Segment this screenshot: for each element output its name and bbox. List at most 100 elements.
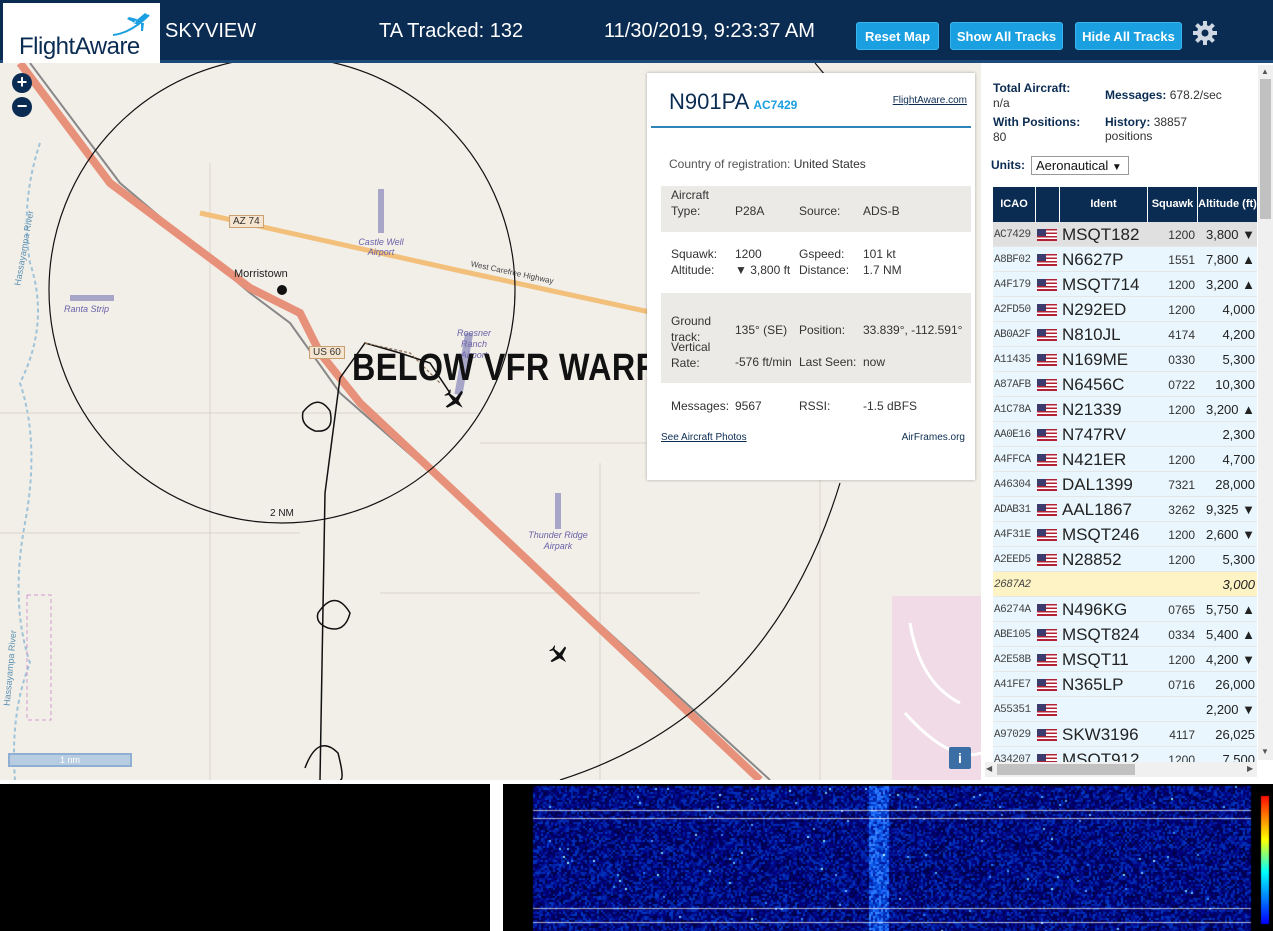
table-row[interactable]: A11435 N169ME 0330 5,300 [993, 347, 1257, 372]
icao-cell: A41FE7 [994, 678, 1031, 691]
aircraft-detail-popup: N901PA AC7429 FlightAware.com Country of … [647, 73, 975, 480]
column-header-ident[interactable]: Ident [1060, 187, 1148, 222]
table-row[interactable]: A8BF02 N6627P 1551 7,800 ▲ [993, 247, 1257, 272]
altitude-cell: 9,325 ▼ [1205, 502, 1255, 517]
squawk-label: Squawk: [671, 247, 718, 261]
table-row[interactable]: AC7429 MSQT182 1200 3,800 ▼ [993, 222, 1257, 247]
icao-cell: A8BF02 [994, 253, 1031, 266]
table-row[interactable]: A87AFB N6456C 0722 10,300 [993, 372, 1257, 397]
squawk-cell: 1200 [1168, 452, 1195, 467]
table-row[interactable]: 2687A2 3,000 [993, 572, 1257, 597]
table-row[interactable]: A1C78A N21339 1200 3,200 ▲ [993, 397, 1257, 422]
divider [651, 126, 971, 128]
gear-icon[interactable] [1192, 20, 1218, 46]
altitude-cell: 4,000 [1222, 302, 1255, 317]
flag-cell [1037, 347, 1059, 372]
reset-map-button[interactable]: Reset Map [856, 22, 939, 50]
table-row[interactable]: A2E58B MSQT11 1200 4,200 ▼ [993, 647, 1257, 672]
squawk-cell [1149, 422, 1197, 447]
town-label: Morristown [234, 268, 288, 280]
road-shield-us60: US 60 [309, 346, 345, 359]
table-row[interactable]: AA0E16 N747RV 2,300 [993, 422, 1257, 447]
rssi-label: RSSI: [799, 399, 831, 413]
table-row[interactable]: A97029 SKW3196 4117 26,025 [993, 722, 1257, 747]
table-row[interactable]: A4F179 MSQT714 1200 3,200 ▲ [993, 272, 1257, 297]
aircraft-icon[interactable] [547, 643, 571, 667]
aircraft-icao: AC7429 [753, 98, 798, 112]
flightaware-link[interactable]: FlightAware.com [893, 95, 967, 106]
flag-cell [1037, 297, 1059, 322]
column-header-icao[interactable]: ICAO [993, 187, 1036, 222]
table-row[interactable]: A4FFCA N421ER 1200 4,700 [993, 447, 1257, 472]
vertical-scrollbar[interactable]: ▲ ▼ [1258, 65, 1273, 760]
units-label: Units: [991, 158, 1025, 172]
zoom-out-button[interactable]: − [12, 97, 32, 117]
us-flag-icon [1037, 553, 1057, 566]
table-row[interactable]: A46304 DAL1399 7321 28,000 [993, 472, 1257, 497]
table-row[interactable]: A2FD50 N292ED 1200 4,000 [993, 297, 1257, 322]
squawk-cell: 3262 [1168, 502, 1195, 517]
table-row[interactable]: A6274A N496KG 0765 5,750 ▲ [993, 597, 1257, 622]
flag-cell [1037, 622, 1059, 647]
units-select[interactable]: Aeronautical ▼ [1031, 156, 1129, 175]
icao-cell: A2E58B [994, 653, 1031, 666]
show-all-tracks-button[interactable]: Show All Tracks [950, 22, 1063, 50]
ident-cell: DAL1399 [1062, 474, 1133, 494]
scroll-right-icon[interactable]: ▶ [1247, 764, 1253, 773]
flag-cell [1037, 572, 1059, 597]
us-flag-icon [1037, 628, 1057, 641]
ident-cell: N747RV [1062, 424, 1126, 444]
source-label: Source: [799, 204, 841, 218]
source-value: ADS-B [863, 204, 900, 218]
icao-cell: A4FFCA [994, 453, 1031, 466]
ident-cell [1062, 572, 1148, 597]
position-value: 33.839°, -112.591° [863, 323, 963, 337]
column-header-flag[interactable] [1036, 187, 1060, 222]
table-row[interactable]: A2EED5 N28852 1200 5,300 [993, 547, 1257, 572]
scrollbar-thumb[interactable] [997, 764, 1135, 775]
us-flag-icon [1037, 703, 1057, 716]
scrollbar-thumb[interactable] [1260, 79, 1271, 219]
table-row[interactable]: AB0A2F N810JL 4174 4,200 [993, 322, 1257, 347]
ident-cell: N28852 [1062, 549, 1122, 569]
altitude-cell: 5,750 ▲ [1205, 602, 1255, 617]
altitude-cell: 2,200 ▼ [1205, 702, 1255, 717]
total-aircraft-value: n/a [993, 96, 1010, 110]
icao-cell: 2687A2 [994, 578, 1031, 591]
table-row[interactable]: ABE105 MSQT824 0334 5,400 ▲ [993, 622, 1257, 647]
messages-value: 9567 [735, 399, 762, 413]
column-header-altitude[interactable]: Altitude (ft) [1198, 187, 1257, 222]
altitude-value: ▼ 3,800 ft [735, 263, 791, 277]
ident-cell: N810JL [1062, 324, 1121, 344]
ident-cell: N21339 [1062, 399, 1122, 419]
flag-cell [1037, 672, 1059, 697]
table-row[interactable]: A55351 2,200 ▼ [993, 697, 1257, 722]
scroll-up-icon[interactable]: ▲ [1261, 67, 1269, 76]
altitude-cell: 5,400 ▲ [1205, 627, 1255, 642]
icao-cell: A46304 [994, 478, 1031, 491]
zoom-in-button[interactable]: + [12, 73, 32, 93]
horizontal-scrollbar[interactable]: ◀ ▶ [985, 762, 1257, 777]
altitude-cell: 26,000 [1215, 677, 1255, 692]
ident-cell: N421ER [1062, 449, 1127, 469]
altitude-cell: 3,800 ▼ [1205, 227, 1255, 242]
us-flag-icon [1037, 278, 1057, 291]
vrate-value: -576 ft/min [735, 355, 792, 369]
selected-aircraft-icon[interactable] [442, 387, 468, 413]
column-header-squawk[interactable]: Squawk [1148, 187, 1198, 222]
table-row[interactable]: A41FE7 N365LP 0716 26,000 [993, 672, 1257, 697]
flag-cell [1037, 472, 1059, 497]
scroll-left-icon[interactable]: ◀ [986, 764, 992, 773]
hide-all-tracks-button[interactable]: Hide All Tracks [1075, 22, 1182, 50]
icao-cell: A2EED5 [994, 553, 1031, 566]
squawk-cell [1149, 572, 1197, 597]
table-row[interactable]: ADAB31 AAL1867 3262 9,325 ▼ [993, 497, 1257, 522]
table-row[interactable]: A4F31E MSQT246 1200 2,600 ▼ [993, 522, 1257, 547]
scroll-down-icon[interactable]: ▼ [1261, 747, 1269, 756]
flightaware-logo[interactable]: FlightAware [3, 3, 160, 63]
info-button[interactable]: i [949, 747, 971, 769]
airframes-link[interactable]: AirFrames.org [902, 432, 965, 443]
aircraft-photos-link[interactable]: See Aircraft Photos [661, 432, 747, 443]
squawk-cell: 0722 [1168, 377, 1195, 392]
flag-cell [1037, 397, 1059, 422]
